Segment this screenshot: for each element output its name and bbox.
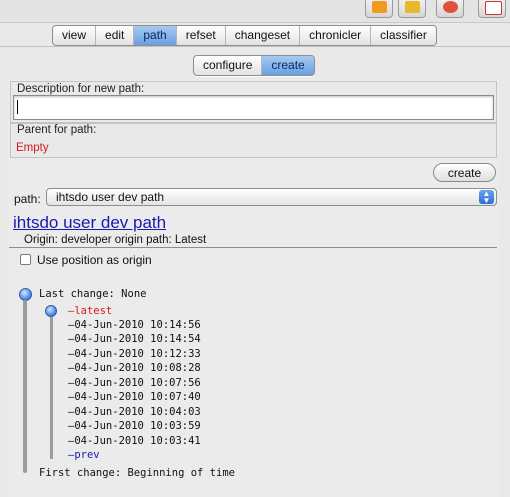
tab-view[interactable]: view bbox=[53, 26, 97, 45]
latest-knob[interactable] bbox=[45, 305, 57, 317]
path-title-link[interactable]: ihtsdo user dev path bbox=[13, 213, 166, 233]
history-entry[interactable]: –04-Jun-2010 10:03:41 bbox=[68, 434, 201, 448]
history-inner-rail bbox=[50, 317, 53, 459]
prev-link[interactable]: –prev bbox=[68, 448, 100, 462]
text-caret bbox=[17, 100, 18, 114]
create-button[interactable]: create bbox=[433, 163, 496, 182]
tabs-divider bbox=[0, 46, 510, 47]
use-position-checkbox[interactable] bbox=[20, 254, 31, 265]
path-select[interactable]: ihtsdo user dev path ▲ ▼ bbox=[46, 188, 497, 206]
tab-path[interactable]: path bbox=[134, 26, 177, 45]
network-icon[interactable] bbox=[436, 0, 464, 18]
parent-group: Parent for path: Empty bbox=[10, 123, 497, 158]
tab-classifier[interactable]: classifier bbox=[371, 26, 436, 45]
history-rail bbox=[23, 300, 27, 473]
description-label: Description for new path: bbox=[17, 83, 145, 95]
use-position-label: Use position as origin bbox=[37, 253, 152, 267]
sub-tabs: configure create bbox=[193, 55, 315, 76]
latest-link[interactable]: –latest bbox=[68, 304, 112, 318]
origin-text: Origin: developer origin path: Latest bbox=[24, 234, 207, 246]
history-entry[interactable]: –04-Jun-2010 10:08:28 bbox=[68, 361, 201, 375]
top-toolbar bbox=[0, 0, 510, 23]
tab-edit[interactable]: edit bbox=[96, 26, 135, 45]
history-entry[interactable]: –04-Jun-2010 10:14:56 bbox=[68, 318, 201, 332]
tab-create[interactable]: create bbox=[262, 56, 314, 75]
first-change-text: First change: Beginning of time bbox=[39, 467, 235, 479]
history-entry[interactable]: –04-Jun-2010 10:07:56 bbox=[68, 376, 201, 390]
checklist-icon[interactable] bbox=[478, 0, 506, 18]
tab-chronicler[interactable]: chronicler bbox=[300, 26, 372, 45]
details-divider bbox=[9, 247, 497, 248]
history-entry[interactable]: –04-Jun-2010 10:12:33 bbox=[68, 347, 201, 361]
main-tabs: view edit path refset changeset chronicl… bbox=[52, 25, 437, 46]
history-entry[interactable]: –04-Jun-2010 10:07:40 bbox=[68, 390, 201, 404]
select-arrows-icon: ▲ ▼ bbox=[479, 190, 494, 205]
last-change-text: Last change: None bbox=[39, 288, 147, 300]
last-change-knob[interactable] bbox=[19, 288, 32, 301]
description-input[interactable] bbox=[13, 95, 494, 120]
path-select-label: path: bbox=[14, 192, 41, 206]
tab-configure[interactable]: configure bbox=[194, 56, 263, 75]
parent-value: Empty bbox=[16, 142, 49, 154]
description-group: Description for new path: bbox=[10, 81, 497, 123]
history-entry[interactable]: –04-Jun-2010 10:04:03 bbox=[68, 405, 201, 419]
tab-changeset[interactable]: changeset bbox=[226, 26, 301, 45]
parent-label: Parent for path: bbox=[17, 124, 97, 136]
history-entry[interactable]: –04-Jun-2010 10:03:59 bbox=[68, 419, 201, 433]
orange-drop-icon[interactable] bbox=[365, 0, 393, 18]
tab-refset[interactable]: refset bbox=[177, 26, 226, 45]
path-select-value: ihtsdo user dev path bbox=[56, 190, 165, 204]
history-entry[interactable]: –04-Jun-2010 10:14:54 bbox=[68, 332, 201, 346]
folder-icon[interactable] bbox=[398, 0, 426, 18]
path-panel: Description for new path: Parent for pat… bbox=[7, 78, 499, 497]
